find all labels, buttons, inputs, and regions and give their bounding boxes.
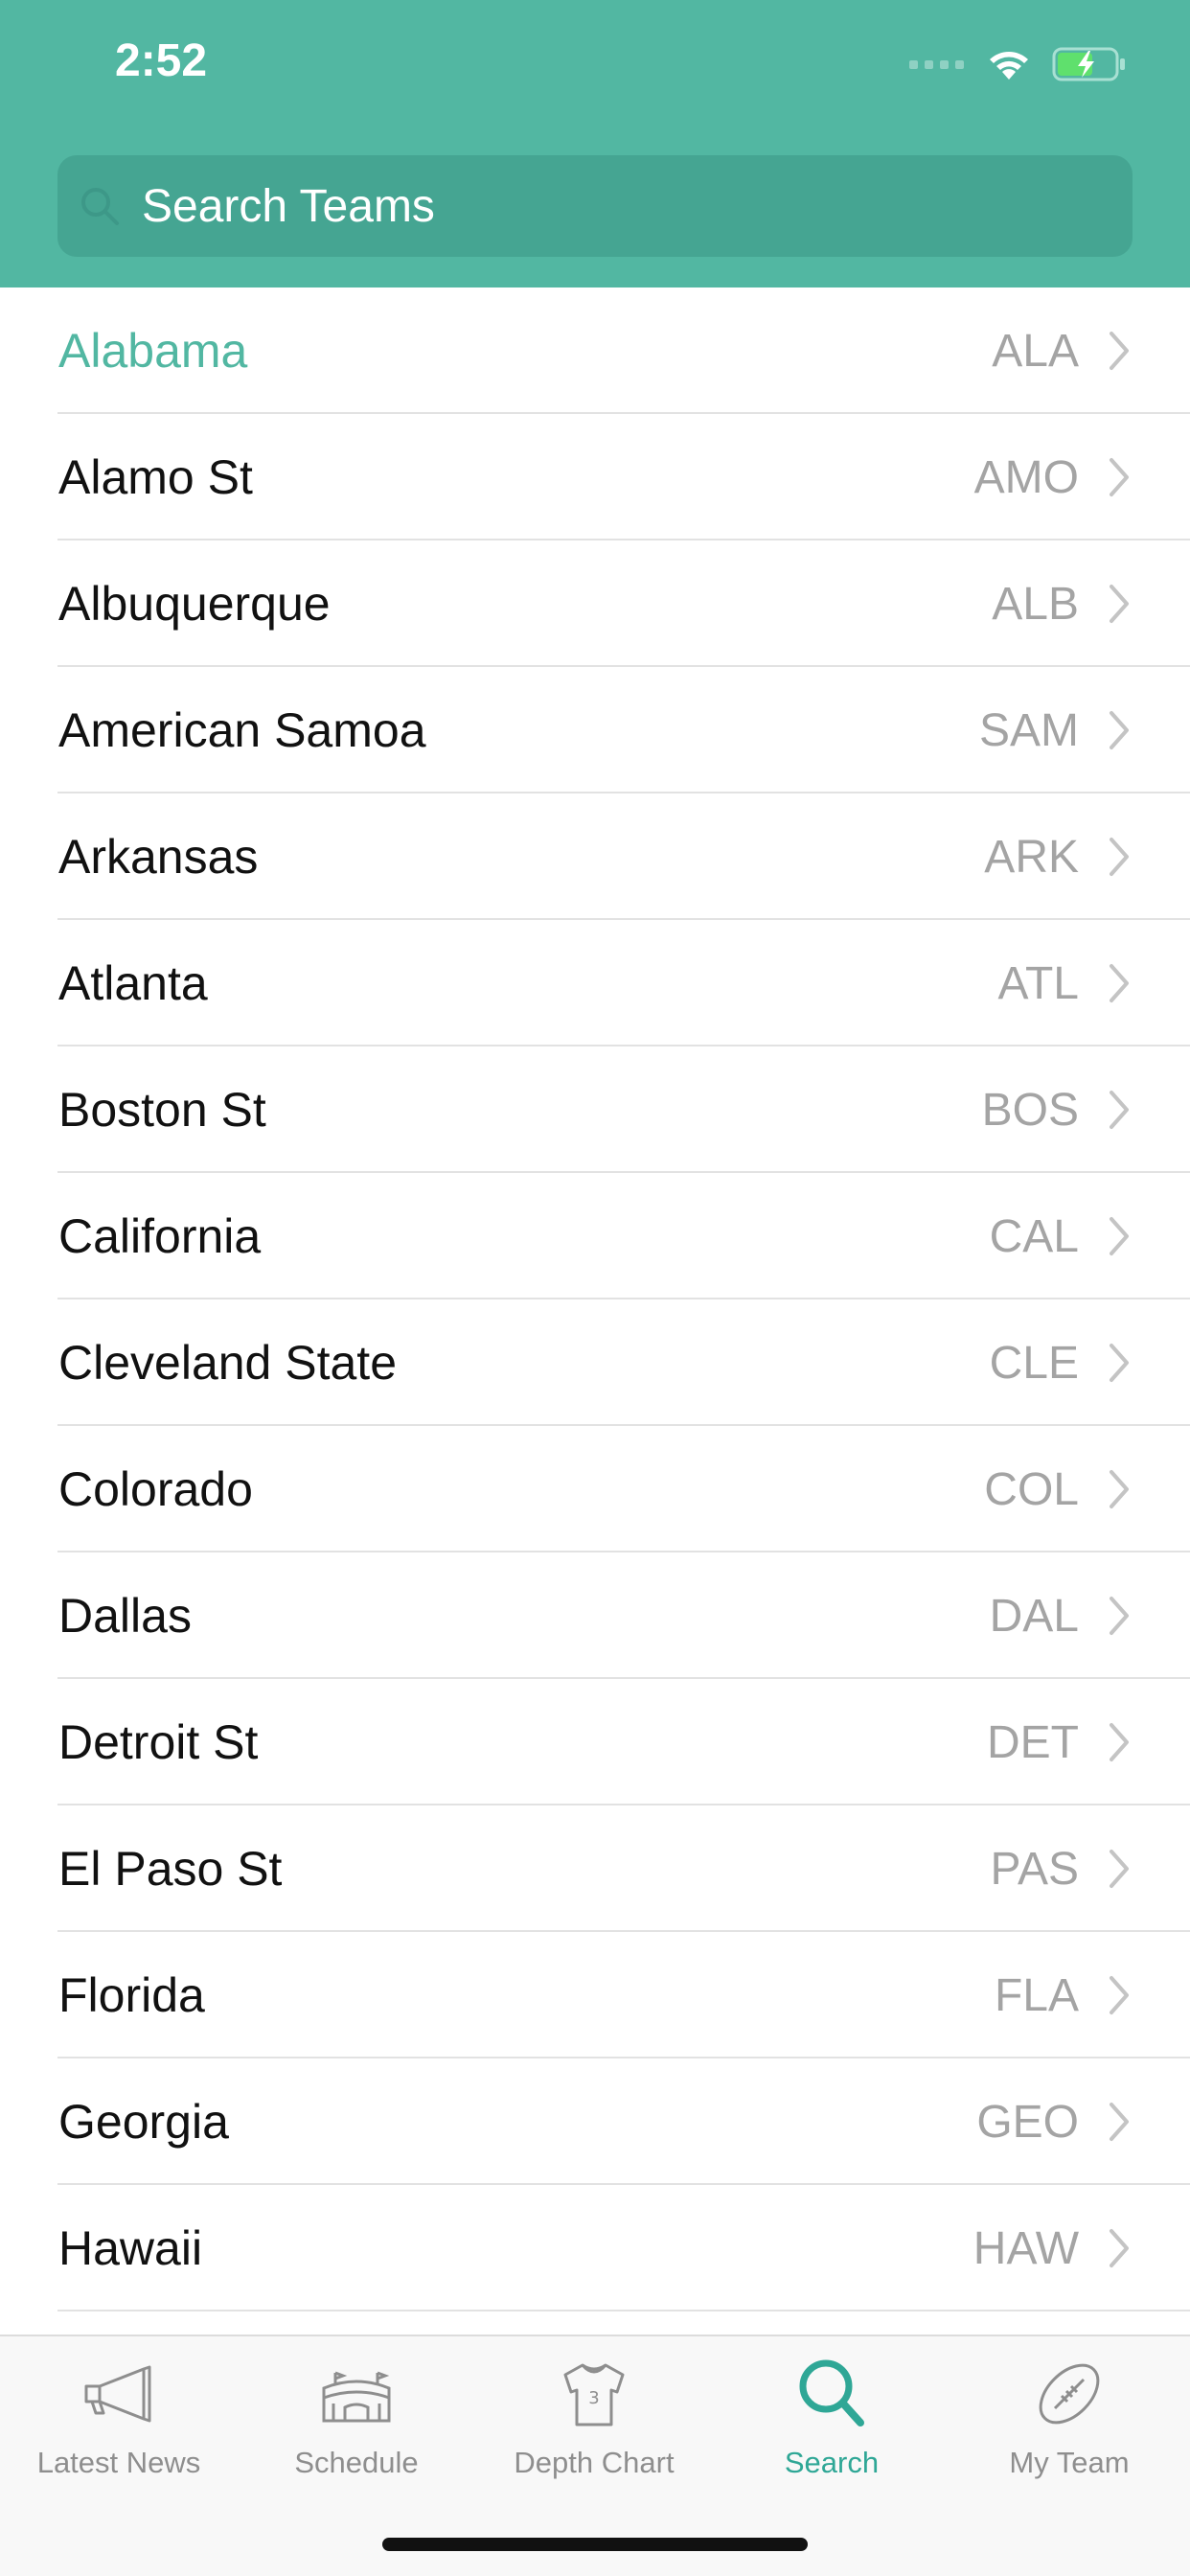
team-name: El Paso St bbox=[58, 1842, 283, 1896]
search-icon bbox=[81, 188, 119, 225]
status-time: 2:52 bbox=[115, 35, 208, 86]
team-abbreviation: CLE bbox=[989, 1337, 1079, 1389]
team-abbreviation: FLA bbox=[994, 1969, 1079, 2021]
team-abbreviation: SAM bbox=[978, 704, 1079, 756]
team-list: Alabama ALA Alamo St AMO Albuquerque ALB Ameri… bbox=[0, 288, 1190, 2334]
chevron-right-icon bbox=[1110, 1597, 1129, 1635]
team-name: Colorado bbox=[58, 1462, 253, 1516]
team-abbreviation: BOS bbox=[981, 1084, 1079, 1136]
team-row[interactable]: Alamo St AMO bbox=[0, 414, 1190, 540]
team-name: Boston St bbox=[58, 1083, 266, 1137]
chevron-right-icon bbox=[1110, 1470, 1129, 1508]
team-row[interactable]: Cleveland State CLE bbox=[0, 1300, 1190, 1426]
chevron-right-icon bbox=[1110, 838, 1129, 876]
home-indicator bbox=[382, 2538, 808, 2551]
team-row[interactable]: Alabama ALA bbox=[0, 288, 1190, 414]
chevron-right-icon bbox=[1110, 1976, 1129, 2014]
team-name: Hawaii bbox=[58, 2221, 203, 2275]
team-abbreviation: DET bbox=[987, 1716, 1079, 1768]
team-abbreviation: ARK bbox=[984, 831, 1079, 883]
team-abbreviation: ALB bbox=[992, 578, 1079, 630]
team-name: Atlanta bbox=[58, 956, 208, 1010]
status-icons bbox=[909, 42, 1127, 86]
team-row[interactable]: Atlanta ATL bbox=[0, 920, 1190, 1046]
stadium-icon bbox=[322, 2371, 391, 2423]
team-name: Albuquerque bbox=[58, 577, 331, 631]
tab-label: Depth Chart bbox=[514, 2446, 675, 2479]
tab-latest-news[interactable]: Latest News bbox=[0, 2354, 238, 2507]
team-abbreviation: HAW bbox=[973, 2222, 1079, 2274]
team-name: American Samoa bbox=[58, 703, 426, 757]
team-row[interactable]: Florida FLA bbox=[0, 1932, 1190, 2058]
team-name: Arkansas bbox=[58, 830, 259, 884]
jersey-icon: 3 bbox=[563, 2363, 625, 2426]
team-row[interactable]: American Samoa SAM bbox=[0, 667, 1190, 794]
chevron-right-icon bbox=[1110, 1217, 1129, 1255]
team-name: Florida bbox=[58, 1968, 205, 2022]
team-row[interactable]: Albuquerque ALB bbox=[0, 540, 1190, 667]
team-row[interactable]: Boston St BOS bbox=[0, 1046, 1190, 1173]
megaphone-icon bbox=[84, 2365, 151, 2423]
team-name: Detroit St bbox=[58, 1715, 259, 1769]
search-input[interactable] bbox=[142, 179, 1133, 233]
tab-search[interactable]: Search bbox=[713, 2354, 950, 2507]
search-icon bbox=[799, 2359, 864, 2426]
team-abbreviation: PAS bbox=[990, 1843, 1079, 1895]
football-icon bbox=[1039, 2363, 1100, 2425]
tab-depth-chart[interactable]: 3 Depth Chart bbox=[475, 2354, 713, 2507]
chevron-right-icon bbox=[1110, 1344, 1129, 1382]
team-row[interactable]: Arkansas ARK bbox=[0, 794, 1190, 920]
team-row[interactable]: Georgia GEO bbox=[0, 2058, 1190, 2185]
chevron-right-icon bbox=[1110, 1850, 1129, 1888]
tab-my-team[interactable]: My Team bbox=[950, 2354, 1188, 2507]
tab-label: Latest News bbox=[36, 2446, 201, 2479]
team-row[interactable]: El Paso St PAS bbox=[0, 1806, 1190, 1932]
wifi-icon bbox=[990, 52, 1028, 80]
chevron-right-icon bbox=[1110, 458, 1129, 496]
chevron-right-icon bbox=[1110, 2103, 1129, 2141]
tab-label: My Team bbox=[1009, 2446, 1130, 2479]
svg-text:3: 3 bbox=[588, 2388, 599, 2408]
team-abbreviation: GEO bbox=[976, 2096, 1079, 2148]
team-row[interactable]: California CAL bbox=[0, 1173, 1190, 1300]
team-abbreviation: ALA bbox=[992, 325, 1079, 377]
tab-schedule[interactable]: Schedule bbox=[238, 2354, 475, 2507]
header: 2:52 bbox=[0, 0, 1190, 288]
team-name: Cleveland State bbox=[58, 1336, 398, 1390]
team-abbreviation: ATL bbox=[997, 957, 1079, 1009]
team-name: Georgia bbox=[58, 2095, 229, 2149]
team-abbreviation: DAL bbox=[989, 1590, 1079, 1642]
cellular-signal-icon bbox=[909, 59, 964, 69]
tab-label: Schedule bbox=[294, 2446, 419, 2479]
team-abbreviation: AMO bbox=[973, 451, 1079, 503]
chevron-right-icon bbox=[1110, 711, 1129, 749]
team-name: California bbox=[58, 1209, 262, 1263]
team-abbreviation: CAL bbox=[989, 1210, 1079, 1262]
team-name: Dallas bbox=[58, 1589, 192, 1643]
chevron-right-icon bbox=[1110, 1723, 1129, 1761]
team-row[interactable]: Colorado COL bbox=[0, 1426, 1190, 1552]
team-name: Alabama bbox=[58, 324, 248, 378]
team-row[interactable]: Detroit St DET bbox=[0, 1679, 1190, 1806]
battery-charging-icon bbox=[1052, 47, 1125, 81]
team-row[interactable]: Dallas DAL bbox=[0, 1552, 1190, 1679]
chevron-right-icon bbox=[1110, 2229, 1129, 2267]
chevron-right-icon bbox=[1110, 332, 1129, 370]
team-row[interactable]: Hawaii HAW bbox=[0, 2185, 1190, 2312]
search-bar[interactable] bbox=[57, 155, 1133, 257]
tab-label: Search bbox=[784, 2446, 880, 2479]
team-name: Alamo St bbox=[58, 450, 253, 504]
team-abbreviation: COL bbox=[984, 1463, 1079, 1515]
screen: 2:52 AlabamaALAAlamo bbox=[0, 0, 1190, 2576]
chevron-right-icon bbox=[1110, 964, 1129, 1002]
chevron-right-icon bbox=[1110, 585, 1129, 623]
chevron-right-icon bbox=[1110, 1091, 1129, 1129]
